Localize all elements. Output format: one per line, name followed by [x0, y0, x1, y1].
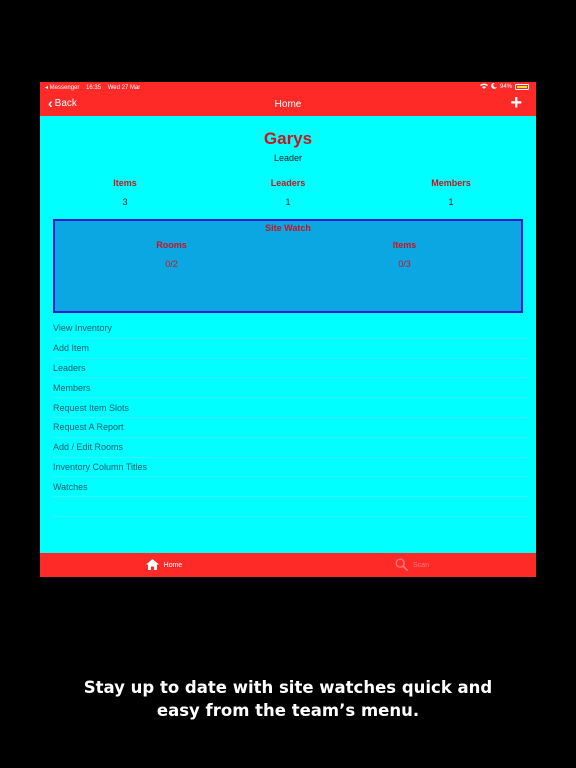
carrier-label[interactable]: ◂ Messenger [45, 85, 79, 91]
site-watch-label: Items [392, 240, 417, 250]
site-watch-value: 0/2 [165, 259, 178, 269]
stat-value: 1 [285, 197, 291, 207]
navigation-bar: ‹ Back Home + [40, 92, 536, 116]
stat-items: Items 3 [40, 178, 210, 207]
stat-leaders: Leaders 1 [210, 178, 366, 207]
stat-label: Leaders [270, 178, 306, 188]
battery-percent: 94% [499, 84, 512, 90]
back-button[interactable]: ‹ Back [48, 96, 77, 110]
caption-line-2: easy from the team’s menu. [156, 701, 420, 720]
stat-label: Members [431, 178, 471, 188]
menu-item-members[interactable]: Members [53, 378, 528, 399]
site-watch-title: Site Watch [265, 223, 311, 233]
site-watch-rooms: Rooms 0/2 [55, 240, 288, 269]
team-role: Leader [273, 153, 303, 163]
tab-bar: Home Scan [40, 553, 536, 577]
team-stats: Items 3 Leaders 1 Members 1 [40, 178, 536, 207]
back-button-label: Back [54, 97, 77, 109]
tab-scan-label: Scan [413, 561, 429, 569]
tab-home[interactable]: Home [40, 553, 288, 577]
wifi-icon [479, 83, 488, 91]
menu-item-inventory-column-titles[interactable]: Inventory Column Titles [53, 458, 528, 478]
nav-title: Home [274, 98, 302, 110]
tab-home-label: Home [163, 561, 183, 569]
promo-caption: Stay up to date with site watches quick … [0, 676, 576, 722]
status-time: 16:35 [86, 84, 102, 91]
status-right: 94% [479, 82, 529, 91]
site-watch-columns: Rooms 0/2 Items 0/3 [55, 240, 521, 269]
menu-item-add-edit-rooms[interactable]: Add / Edit Rooms [53, 438, 528, 458]
team-menu: View Inventory Add Item Leaders Members … [40, 319, 536, 517]
stat-value: 1 [448, 197, 454, 207]
moon-icon [491, 82, 497, 91]
menu-item-leaders[interactable]: Leaders [53, 359, 528, 379]
menu-item-view-inventory[interactable]: View Inventory [53, 319, 528, 339]
site-watch-items: Items 0/3 [288, 240, 521, 269]
stat-label: Items [113, 178, 137, 188]
search-icon [395, 557, 409, 573]
battery-icon [515, 84, 529, 90]
home-icon [145, 558, 159, 572]
add-button[interactable]: + [510, 93, 522, 113]
site-watch-panel[interactable]: Site Watch Rooms 0/2 Items 0/3 [53, 219, 523, 313]
stat-value: 3 [122, 197, 128, 207]
team-name: Garys [263, 129, 313, 148]
caption-line-1: Stay up to date with site watches quick … [83, 678, 493, 697]
chevron-left-icon: ‹ [48, 95, 53, 111]
site-watch-label: Rooms [156, 240, 187, 250]
site-watch-value: 0/3 [398, 259, 411, 269]
tab-scan[interactable]: Scan [288, 553, 536, 577]
status-bar: ◂ Messenger 16:35 Wed 27 Mar 94% [40, 82, 536, 92]
stat-members: Members 1 [366, 178, 536, 207]
status-left: ◂ Messenger 16:35 Wed 27 Mar [45, 84, 145, 91]
menu-item-request-item-slots[interactable]: Request Item Slots [53, 398, 528, 418]
menu-item-request-a-report[interactable]: Request A Report [53, 418, 528, 438]
menu-item-watches[interactable]: Watches [53, 477, 528, 498]
menu-item-add-item[interactable]: Add Item [53, 339, 528, 359]
app-screen: ◂ Messenger 16:35 Wed 27 Mar 94% ‹ Back … [40, 82, 536, 577]
empty-row [53, 497, 528, 517]
status-date: Wed 27 Mar [107, 84, 141, 91]
